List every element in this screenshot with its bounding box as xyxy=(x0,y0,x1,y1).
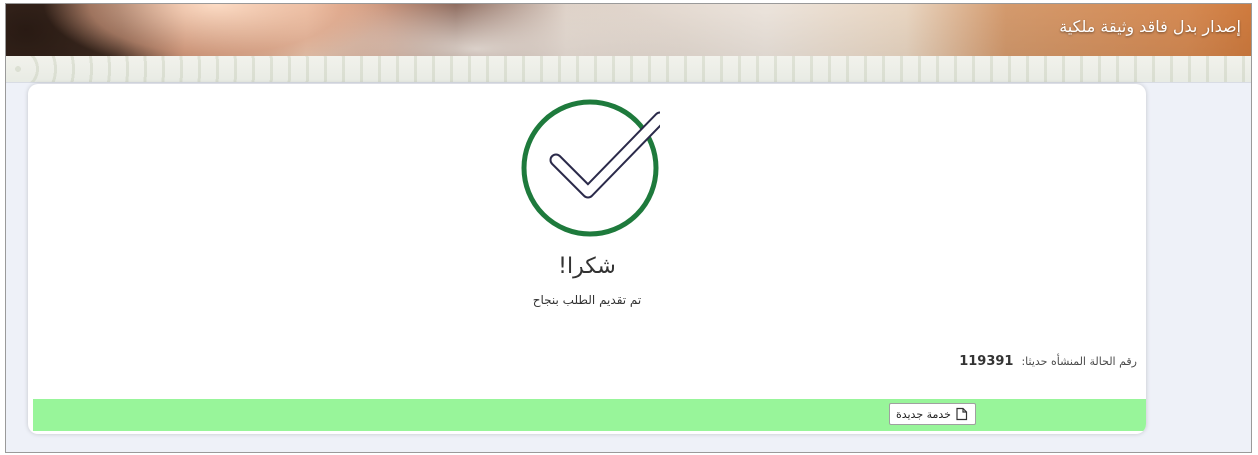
decorative-pattern-strip xyxy=(6,56,1251,83)
case-number-row: رقم الحالة المنشأه حديثا: 119391 xyxy=(959,354,1137,369)
checkmark-circle-icon xyxy=(521,99,660,237)
submission-success-message: تم تقديم الطلب بنجاح xyxy=(532,293,642,307)
case-number-label: رقم الحالة المنشأه حديثا: xyxy=(1021,355,1137,368)
confirmation-card: شكرا! تم تقديم الطلب بنجاح رقم الحالة ال… xyxy=(28,84,1146,434)
new-service-button[interactable]: خدمة جديدة xyxy=(888,403,976,425)
thank-you-heading: شكرا! xyxy=(558,254,616,279)
app-frame: إصدار بدل فاقد وثيقة ملكية شكرا! تم تقدي… xyxy=(5,3,1252,453)
page-title: إصدار بدل فاقد وثيقة ملكية xyxy=(1059,17,1241,36)
case-number-value: 119391 xyxy=(959,354,1014,369)
new-service-label: خدمة جديدة xyxy=(895,407,951,421)
action-footer-bar: خدمة جديدة xyxy=(33,399,1146,431)
new-document-icon xyxy=(955,407,969,421)
